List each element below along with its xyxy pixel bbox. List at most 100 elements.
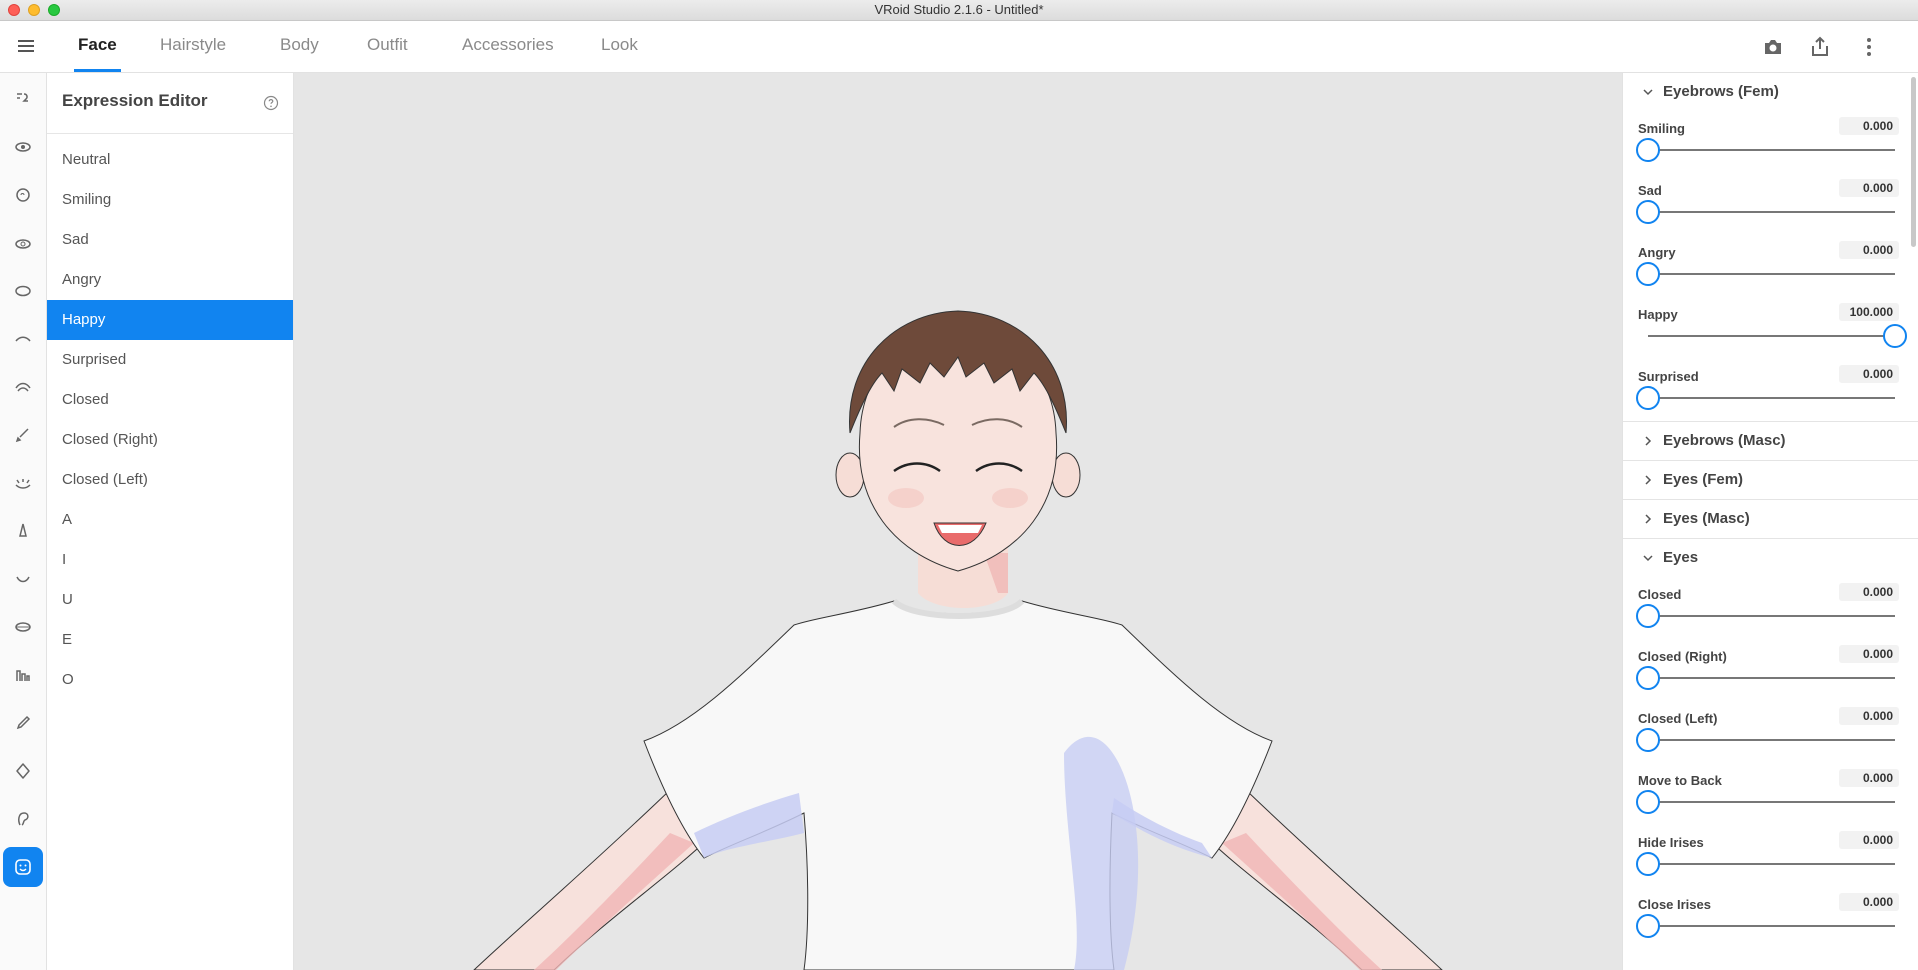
slider-thumb[interactable] <box>1636 138 1660 162</box>
minimize-window-button[interactable] <box>28 4 40 16</box>
hamburger-menu-icon[interactable] <box>16 37 36 57</box>
lips-icon[interactable] <box>3 607 43 647</box>
slider-thumb[interactable] <box>1636 200 1660 224</box>
section-eyes-masc[interactable]: Eyes (Masc) <box>1623 500 1918 539</box>
slider-value-field[interactable]: 0.000 <box>1839 241 1899 259</box>
avatar-model-image <box>473 310 1443 970</box>
face-set-icon[interactable] <box>3 79 43 119</box>
slider-thumb[interactable] <box>1636 604 1660 628</box>
slider-value-field[interactable]: 0.000 <box>1839 707 1899 725</box>
slider-eyes-close-irises: Close Irises 0.000 <box>1623 887 1918 949</box>
expression-item-smiling[interactable]: Smiling <box>47 180 293 220</box>
slider-value-field[interactable]: 0.000 <box>1839 769 1899 787</box>
slider-track[interactable] <box>1636 914 1895 938</box>
slider-label: Close Irises <box>1638 897 1711 912</box>
slider-thumb[interactable] <box>1636 386 1660 410</box>
expression-item-closed-left[interactable]: Closed (Left) <box>47 460 293 500</box>
mouth-icon[interactable] <box>3 559 43 599</box>
slider-thumb[interactable] <box>1636 852 1660 876</box>
section-title: Eyes <box>1663 549 1699 566</box>
tab-hairstyle[interactable]: Hairstyle <box>156 21 230 70</box>
slider-thumb[interactable] <box>1636 728 1660 752</box>
slider-value-field[interactable]: 100.000 <box>1839 303 1899 321</box>
slider-value-field[interactable]: 0.000 <box>1839 179 1899 197</box>
expression-item-a[interactable]: A <box>47 500 293 540</box>
section-eyebrows-fem[interactable]: Eyebrows (Fem) <box>1623 73 1918 111</box>
section-title: Eyebrows (Masc) <box>1663 432 1786 449</box>
expression-editor-panel: Expression Editor Neutral Smiling Sad An… <box>47 73 294 970</box>
slider-value-field[interactable]: 0.000 <box>1839 831 1899 849</box>
nose-icon[interactable] <box>3 511 43 551</box>
slider-track[interactable] <box>1636 262 1895 286</box>
eyebrow-icon[interactable] <box>3 319 43 359</box>
camera-icon[interactable] <box>1761 35 1785 59</box>
slider-track[interactable] <box>1636 666 1895 690</box>
more-vertical-icon[interactable] <box>1857 35 1881 59</box>
slider-track[interactable] <box>1648 324 1907 348</box>
expression-item-surprised[interactable]: Surprised <box>47 340 293 380</box>
section-eyes[interactable]: Eyes <box>1623 539 1918 577</box>
expression-icon[interactable] <box>3 847 43 887</box>
left-icon-rail <box>0 73 47 970</box>
slider-value-field[interactable]: 0.000 <box>1839 645 1899 663</box>
slider-value-field[interactable]: 0.000 <box>1839 583 1899 601</box>
pen-icon[interactable] <box>3 703 43 743</box>
eyebrow-curve-icon[interactable] <box>3 367 43 407</box>
slider-value-field[interactable]: 0.000 <box>1839 365 1899 383</box>
slider-track[interactable] <box>1636 138 1895 162</box>
chevron-down-icon <box>1643 89 1653 96</box>
slider-eyes-closed: Closed 0.000 <box>1623 577 1918 639</box>
model-viewport[interactable] <box>294 73 1622 970</box>
slider-label: Sad <box>1638 183 1662 198</box>
section-title: Eyes (Masc) <box>1663 510 1750 527</box>
expression-item-closed[interactable]: Closed <box>47 380 293 420</box>
slider-thumb[interactable] <box>1883 324 1907 348</box>
slider-thumb[interactable] <box>1636 262 1660 286</box>
ear-icon[interactable] <box>3 175 43 215</box>
eye-lash-icon[interactable] <box>3 223 43 263</box>
slider-track[interactable] <box>1636 200 1895 224</box>
slider-value-field[interactable]: 0.000 <box>1839 117 1899 135</box>
eye-shape-icon[interactable] <box>3 271 43 311</box>
eyelash-icon[interactable] <box>3 463 43 503</box>
slider-eyebrows-smiling: Smiling 0.000 <box>1623 111 1918 173</box>
expression-item-happy[interactable]: Happy <box>47 300 293 340</box>
slider-track[interactable] <box>1636 852 1895 876</box>
eye-icon[interactable] <box>3 127 43 167</box>
expression-item-neutral[interactable]: Neutral <box>47 140 293 180</box>
section-eyes-fem[interactable]: Eyes (Fem) <box>1623 461 1918 500</box>
close-window-button[interactable] <box>8 4 20 16</box>
maximize-window-button[interactable] <box>48 4 60 16</box>
tab-outfit[interactable]: Outfit <box>363 21 412 70</box>
slider-track[interactable] <box>1636 386 1895 410</box>
slider-value-field[interactable]: 0.000 <box>1839 893 1899 911</box>
slider-track[interactable] <box>1636 604 1895 628</box>
tab-body[interactable]: Body <box>276 21 323 70</box>
tab-face[interactable]: Face <box>74 21 121 72</box>
slider-label: Angry <box>1638 245 1676 260</box>
slider-thumb[interactable] <box>1636 666 1660 690</box>
help-icon[interactable] <box>263 95 279 111</box>
teeth-icon[interactable] <box>3 655 43 695</box>
tab-look[interactable]: Look <box>597 21 642 70</box>
expression-item-angry[interactable]: Angry <box>47 260 293 300</box>
expression-item-closed-right[interactable]: Closed (Right) <box>47 420 293 460</box>
head-shape-icon[interactable] <box>3 751 43 791</box>
slider-track[interactable] <box>1636 728 1895 752</box>
expression-item-u[interactable]: U <box>47 580 293 620</box>
expression-editor-header: Expression Editor <box>47 73 293 134</box>
tab-accessories[interactable]: Accessories <box>458 21 558 70</box>
brush-icon[interactable] <box>3 415 43 455</box>
section-eyebrows-masc[interactable]: Eyebrows (Masc) <box>1623 422 1918 461</box>
expression-item-i[interactable]: I <box>47 540 293 580</box>
slider-thumb[interactable] <box>1636 790 1660 814</box>
slider-track[interactable] <box>1636 790 1895 814</box>
expression-item-sad[interactable]: Sad <box>47 220 293 260</box>
share-icon[interactable] <box>1808 35 1832 59</box>
ear-shape-icon[interactable] <box>3 799 43 839</box>
slider-eyes-closed-right: Closed (Right) 0.000 <box>1623 639 1918 701</box>
expression-item-o[interactable]: O <box>47 660 293 700</box>
expression-item-e[interactable]: E <box>47 620 293 660</box>
slider-thumb[interactable] <box>1636 914 1660 938</box>
chevron-down-icon <box>1643 555 1653 562</box>
